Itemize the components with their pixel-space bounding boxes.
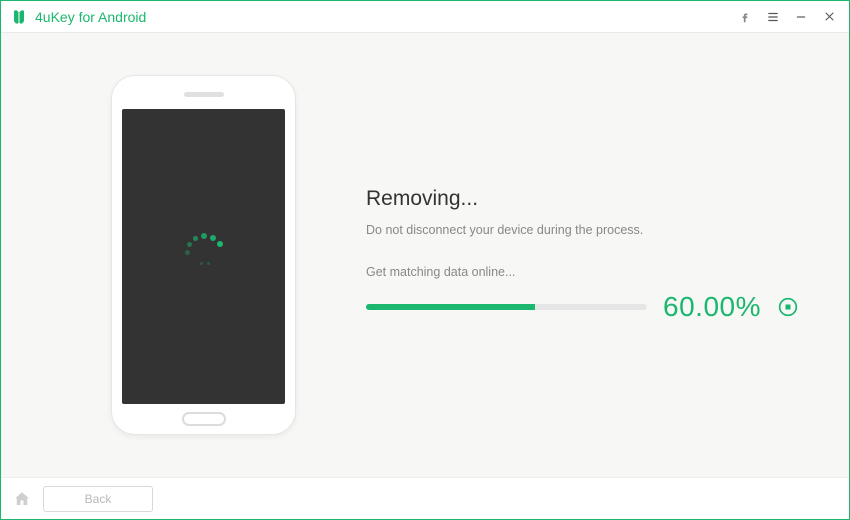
spinner-icon [177, 230, 231, 284]
progress-panel: Removing... Do not disconnect your devic… [296, 187, 809, 323]
progress-bar-fill [366, 304, 535, 310]
stop-button[interactable] [777, 296, 799, 318]
warning-text: Do not disconnect your device during the… [366, 223, 799, 237]
phone-screen [122, 109, 285, 404]
back-button[interactable]: Back [43, 486, 153, 512]
app-logo-icon [11, 9, 27, 25]
titlebar: 4uKey for Android [1, 1, 849, 33]
heading: Removing... [366, 187, 799, 211]
footer: Back [1, 477, 849, 519]
minimize-button[interactable] [787, 3, 815, 31]
progress-bar [366, 304, 647, 310]
menu-icon[interactable] [759, 3, 787, 31]
facebook-icon[interactable] [731, 3, 759, 31]
main-content: Removing... Do not disconnect your devic… [1, 33, 849, 477]
back-button-label: Back [85, 492, 112, 506]
phone-home-button [182, 412, 226, 426]
progress-percent: 60.00% [663, 291, 761, 323]
close-button[interactable] [815, 3, 843, 31]
app-window: 4uKey for Android [0, 0, 850, 520]
phone-speaker [184, 92, 224, 97]
phone-illustration [111, 75, 296, 435]
app-title: 4uKey for Android [35, 9, 146, 25]
status-text: Get matching data online... [366, 265, 799, 279]
home-icon[interactable] [11, 488, 33, 510]
progress-row: 60.00% [366, 291, 799, 323]
